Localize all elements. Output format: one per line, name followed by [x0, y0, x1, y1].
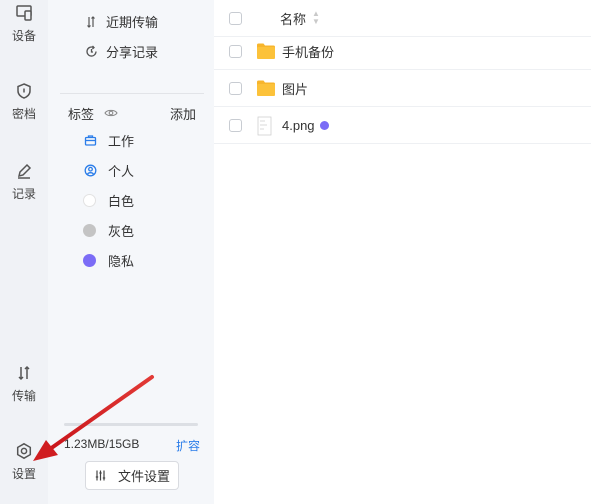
table-row[interactable]: 图片: [214, 70, 591, 107]
white-dot-icon: [83, 194, 96, 207]
row-checkbox[interactable]: [229, 81, 242, 95]
table-row[interactable]: 手机备份: [214, 33, 591, 70]
eye-icon[interactable]: [104, 106, 118, 120]
person-icon: [83, 164, 97, 178]
nav-recent-transfers-label: 近期传输: [106, 15, 159, 30]
nav-recent-transfers[interactable]: 近期传输: [84, 12, 158, 31]
rail-settings-label: 设置: [11, 467, 36, 481]
file-name-with-tag[interactable]: 4.png: [282, 118, 329, 133]
expand-storage-link[interactable]: 扩容: [176, 437, 200, 454]
transfer-icon: [13, 362, 35, 384]
left-rail: 设备 密档 记录 传输 设置: [0, 0, 48, 504]
sliders-icon: [94, 469, 108, 483]
folder-icon: [257, 43, 275, 59]
table-row[interactable]: 4.png: [214, 107, 591, 144]
name-column-label: 名称: [280, 11, 307, 27]
tag-label: 白色: [108, 194, 135, 209]
storage-progress-bar: [64, 423, 198, 426]
gray-dot-icon: [83, 224, 96, 237]
tag-label: 隐私: [108, 254, 135, 269]
file-list-header: 名称 ▲ ▼: [214, 0, 591, 37]
rail-records-label: 记录: [11, 187, 36, 201]
file-name[interactable]: 图片: [282, 79, 308, 98]
tag-label: 个人: [108, 164, 135, 179]
tags-add-button[interactable]: 添加: [170, 104, 196, 123]
file-name: 4.png: [282, 117, 315, 133]
file-settings-label: 文件设置: [117, 469, 170, 484]
tags-title: 标签: [68, 106, 95, 122]
file-list: 名称 ▲ ▼ 手机备份 图片 4.png: [214, 0, 591, 504]
tag-item-gray[interactable]: 灰色: [83, 221, 134, 240]
rail-transfer[interactable]: 传输: [0, 362, 48, 404]
tag-item-work[interactable]: 工作: [83, 131, 134, 150]
tag-item-white[interactable]: 白色: [83, 191, 134, 210]
purple-tag-dot-icon: [319, 120, 329, 130]
pencil-icon: [13, 160, 35, 182]
tag-label: 工作: [108, 134, 135, 149]
purple-dot-icon: [83, 254, 96, 267]
rail-vault-label: 密档: [11, 107, 36, 121]
rail-settings[interactable]: 设置: [0, 440, 48, 482]
select-all-checkbox[interactable]: [229, 11, 242, 25]
tags-header: 标签 添加: [68, 104, 196, 122]
file-name[interactable]: 手机备份: [282, 42, 334, 61]
row-checkbox[interactable]: [229, 44, 242, 58]
app-window: 设备 密档 记录 传输 设置 近期传输 分享记录 标签 添加 工作 个人 白色 …: [0, 0, 591, 504]
tag-item-private[interactable]: 隐私: [83, 251, 134, 270]
transfer-icon: [84, 15, 98, 29]
image-thumbnail-icon: [257, 116, 275, 136]
tag-item-personal[interactable]: 个人: [83, 161, 134, 180]
tag-label: 灰色: [108, 224, 135, 239]
nav-share-records-label: 分享记录: [106, 45, 159, 60]
devices-icon: [13, 2, 35, 24]
rail-vault[interactable]: 密档: [0, 80, 48, 122]
rail-transfer-label: 传输: [11, 389, 36, 403]
shield-icon: [13, 80, 35, 102]
rail-devices-label: 设备: [11, 29, 36, 43]
briefcase-icon: [83, 134, 97, 148]
name-column-header[interactable]: 名称 ▲ ▼: [280, 9, 320, 28]
sort-icon: ▲ ▼: [312, 9, 320, 26]
storage-usage-text: 1.23MB/15GB: [64, 437, 140, 451]
history-icon: [84, 45, 98, 59]
nav-share-records[interactable]: 分享记录: [84, 42, 158, 61]
sidebar-divider: [60, 93, 204, 94]
file-settings-button[interactable]: 文件设置: [85, 461, 179, 490]
folder-icon: [257, 80, 275, 96]
gear-icon: [13, 440, 35, 462]
rail-devices[interactable]: 设备: [0, 2, 48, 44]
sidebar: 近期传输 分享记录 标签 添加 工作 个人 白色 灰色 隐私 1.23MB/15…: [48, 0, 214, 504]
rail-records[interactable]: 记录: [0, 160, 48, 202]
row-checkbox[interactable]: [229, 118, 242, 132]
